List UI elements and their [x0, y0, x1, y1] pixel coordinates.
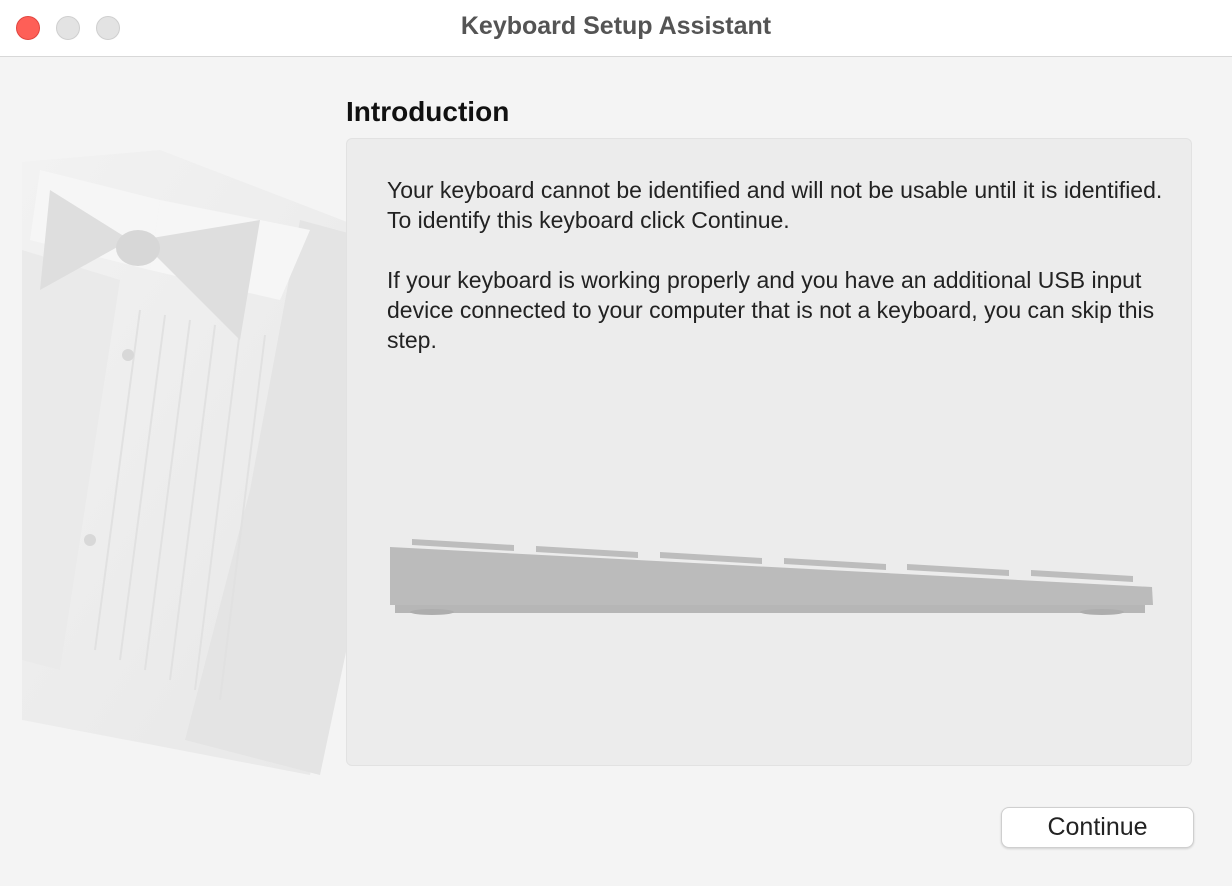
- page-heading: Introduction: [346, 96, 510, 127]
- title-bar: Keyboard Setup Assistant: [0, 0, 1232, 57]
- continue-button[interactable]: Continue: [1001, 807, 1194, 848]
- keyboard-setup-window: Keyboard Setup Assistant Introduction Yo…: [0, 0, 1232, 886]
- window-title: Keyboard Setup Assistant: [460, 12, 772, 40]
- intro-paragraph-2: If your keyboard is working properly and…: [387, 267, 1155, 353]
- keyboard-icon: [390, 539, 1153, 615]
- content-panel: Your keyboard cannot be identified and w…: [346, 138, 1192, 766]
- intro-paragraph-1: Your keyboard cannot be identified and w…: [387, 177, 1163, 233]
